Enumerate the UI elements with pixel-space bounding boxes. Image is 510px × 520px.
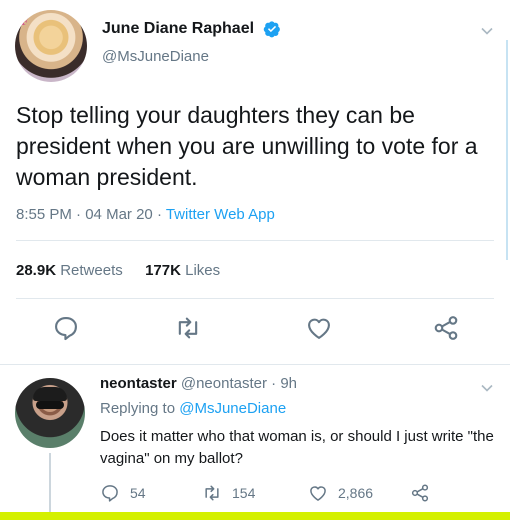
retweets-count: 28.9K [16, 262, 57, 279]
tweet-stats: 28.9K Retweets 177K Likes [16, 262, 220, 279]
reply-tweet[interactable]: neontaster @neontaster · 9h Replying to … [0, 365, 510, 515]
retweet-icon [205, 485, 219, 501]
author-handle[interactable]: @MsJuneDiane [102, 48, 281, 65]
tweet-actions [0, 314, 510, 346]
like-icon [310, 486, 326, 501]
main-tweet: F June Diane Raphael @MsJuneDiane Stop t… [0, 0, 510, 365]
reply-header: neontaster @neontaster · 9h [100, 375, 297, 392]
replying-to-handle[interactable]: @MsJuneDiane [179, 400, 286, 417]
reply-retweet-action[interactable]: 154 [202, 482, 255, 504]
replying-to: Replying to @MsJuneDiane [100, 400, 286, 417]
thread-line [49, 453, 51, 513]
tweet-meta: 8:55 PM · 04 Mar 20 · Twitter Web App [16, 206, 275, 223]
chevron-down-icon[interactable] [480, 24, 494, 38]
like-count: 2,866 [338, 485, 374, 501]
reply-icon[interactable] [52, 314, 80, 342]
reply-display-name[interactable]: neontaster [100, 375, 177, 392]
retweets-label: Retweets [60, 262, 123, 279]
avatar-glasses [36, 401, 64, 409]
avatar-cap [33, 387, 67, 401]
reply-icon [102, 485, 118, 502]
retweet-icon[interactable] [174, 314, 202, 342]
author-avatar[interactable]: F [15, 10, 87, 82]
likes-stat[interactable]: 177K Likes [145, 262, 220, 279]
reply-reply-action[interactable]: 54 [100, 482, 146, 504]
divider [16, 240, 494, 241]
reply-share-action[interactable] [410, 482, 440, 504]
meta-separator: · [76, 206, 82, 223]
tweet-source-app[interactable]: Twitter Web App [166, 206, 275, 223]
reply-handle[interactable]: @neontaster [181, 375, 267, 392]
meta-separator: · [271, 375, 277, 392]
share-icon[interactable] [432, 314, 460, 342]
reply-text: Does it matter who that woman is, or sho… [100, 428, 494, 467]
reply-count: 54 [130, 485, 146, 501]
retweet-count: 154 [232, 485, 256, 501]
author-display-name[interactable]: June Diane Raphael [102, 20, 254, 38]
divider [16, 298, 494, 299]
avatar-badge: F [21, 14, 29, 28]
author-block: June Diane Raphael @MsJuneDiane [102, 20, 281, 65]
scroll-indicator [506, 40, 508, 260]
reply-like-action[interactable]: 2,866 [308, 482, 373, 504]
share-icon [411, 484, 429, 502]
meta-separator: · [156, 206, 162, 223]
like-icon[interactable] [305, 314, 333, 342]
reply-actions: 54 154 2,866 [100, 482, 500, 504]
replying-prefix: Replying to [100, 400, 176, 417]
retweets-stat[interactable]: 28.9K Retweets [16, 262, 123, 279]
bottom-strip [0, 512, 510, 520]
reply-age[interactable]: 9h [280, 375, 297, 392]
likes-count: 177K [145, 262, 181, 279]
reply-author-avatar[interactable] [15, 378, 85, 448]
likes-label: Likes [185, 262, 221, 279]
tweet-time[interactable]: 8:55 PM [16, 206, 72, 223]
verified-badge-icon [263, 21, 280, 38]
tweet-date[interactable]: 04 Mar 20 [85, 206, 153, 223]
chevron-down-icon[interactable] [480, 381, 494, 395]
tweet-text: Stop telling your daughters they can be … [16, 102, 478, 190]
